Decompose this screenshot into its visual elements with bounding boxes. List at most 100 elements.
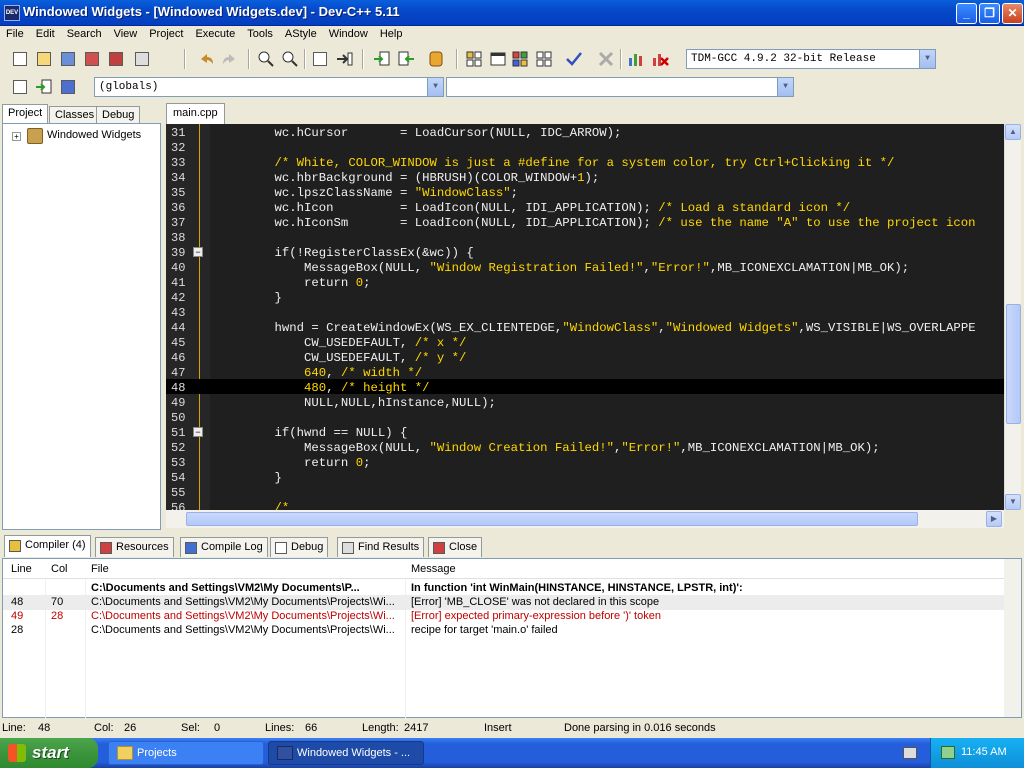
chevron-down-icon[interactable]: ▼	[427, 78, 443, 96]
undo-icon[interactable]	[196, 49, 216, 69]
code-line[interactable]: 44 hwnd = CreateWindowEx(WS_EX_CLIENTEDG…	[166, 319, 1004, 335]
compiler-select[interactable]: TDM-GCC 4.9.2 32-bit Release ▼	[686, 49, 936, 69]
messages-scrollbar[interactable]	[1004, 559, 1021, 717]
scroll-thumb[interactable]	[186, 512, 918, 526]
redo-icon[interactable]	[220, 49, 240, 69]
compile-run-icon[interactable]	[510, 49, 530, 69]
remove-from-project-icon[interactable]	[396, 49, 416, 69]
close-button[interactable]: ✕	[1002, 3, 1023, 24]
code-line[interactable]: 46 CW_USEDEFAULT, /* y */	[166, 349, 1004, 365]
rebuild-all-icon[interactable]	[534, 49, 554, 69]
tab-debug[interactable]: Debug	[96, 106, 141, 124]
code-line[interactable]: 50	[166, 409, 1004, 425]
scroll-thumb[interactable]	[1006, 304, 1021, 424]
minimize-button[interactable]: _	[956, 3, 977, 24]
code-line[interactable]: 40 MessageBox(NULL, "Window Registration…	[166, 259, 1004, 275]
maximize-button[interactable]: ❐	[979, 3, 1000, 24]
class-browser-icon[interactable]	[10, 77, 30, 97]
code-line[interactable]: 35 wc.lpszClassName = "WindowClass";	[166, 184, 1004, 200]
col-header-message[interactable]: Message	[411, 563, 456, 575]
menu-project[interactable]: Project	[143, 26, 189, 40]
code-line[interactable]: 55	[166, 484, 1004, 500]
menu-window[interactable]: Window	[323, 26, 374, 40]
code-line[interactable]: 51− if(hwnd == NULL) {	[166, 424, 1004, 440]
menu-execute[interactable]: Execute	[189, 26, 241, 40]
menu-view[interactable]: View	[108, 26, 144, 40]
title-bar[interactable]: DEV Windowed Widgets - [Windowed Widgets…	[0, 0, 1024, 26]
replace-icon[interactable]	[280, 49, 300, 69]
run-icon[interactable]	[488, 49, 508, 69]
fold-toggle-icon[interactable]: −	[193, 247, 203, 257]
tab-project[interactable]: Project	[2, 104, 49, 124]
code-line[interactable]: 38	[166, 229, 1004, 245]
col-header-line[interactable]: Line	[11, 563, 32, 575]
code-line[interactable]: 53 return 0;	[166, 454, 1004, 470]
code-line[interactable]: 34 wc.hbrBackground = (HBRUSH)(COLOR_WIN…	[166, 169, 1004, 185]
code-line[interactable]: 33 /* White, COLOR_WINDOW is just a #def…	[166, 154, 1004, 170]
code-line[interactable]: 31 wc.hCursor = LoadCursor(NULL, IDC_ARR…	[166, 124, 1004, 140]
editor-horizontal-scrollbar[interactable]: ▶	[166, 510, 1004, 528]
code-line[interactable]: 42 }	[166, 289, 1004, 305]
tab-compiler[interactable]: Compiler (4)	[4, 535, 91, 557]
scroll-right-icon[interactable]: ▶	[986, 511, 1002, 527]
tab-debug-bottom[interactable]: Debug	[270, 537, 329, 557]
menu-tools[interactable]: Tools	[241, 26, 279, 40]
tab-find-results[interactable]: Find Results	[337, 537, 425, 557]
save-all-icon[interactable]	[82, 49, 102, 69]
code-line[interactable]: 54 }	[166, 469, 1004, 485]
fold-toggle-icon[interactable]: −	[193, 427, 203, 437]
scope-select[interactable]: (globals) ▼	[94, 77, 444, 97]
goto-line-icon[interactable]	[334, 49, 354, 69]
editor-vertical-scrollbar[interactable]: ▲ ▼	[1004, 124, 1021, 510]
bookmark-icon[interactable]	[34, 77, 54, 97]
scroll-down-icon[interactable]: ▼	[1005, 494, 1021, 510]
chevron-down-icon[interactable]: ▼	[777, 78, 793, 96]
open-file-icon[interactable]	[34, 49, 54, 69]
code-line[interactable]: 47 640, /* width */	[166, 364, 1004, 380]
scroll-up-icon[interactable]: ▲	[1005, 124, 1021, 140]
taskbar-item-projects[interactable]: Projects	[108, 741, 264, 765]
menu-search[interactable]: Search	[61, 26, 108, 40]
code-line[interactable]: 49 NULL,NULL,hInstance,NULL);	[166, 394, 1004, 410]
network-icon[interactable]	[941, 746, 955, 759]
code-editor[interactable]: 31 wc.hCursor = LoadCursor(NULL, IDC_ARR…	[166, 124, 1004, 510]
code-line[interactable]: 41 return 0;	[166, 274, 1004, 290]
message-row[interactable]: C:\Documents and Settings\VM2\My Documen…	[3, 581, 1005, 596]
add-to-project-icon[interactable]	[372, 49, 392, 69]
taskbar-item-devcpp[interactable]: Windowed Widgets - ...	[268, 741, 424, 765]
project-options-icon[interactable]	[426, 49, 446, 69]
compile-icon[interactable]	[464, 49, 484, 69]
syntax-check-icon[interactable]	[564, 49, 584, 69]
member-select[interactable]: ▼	[446, 77, 794, 97]
menu-help[interactable]: Help	[374, 26, 409, 40]
keyboard-icon[interactable]	[903, 747, 917, 759]
start-button[interactable]: start	[0, 738, 98, 768]
code-line[interactable]: 56 /*	[166, 499, 1004, 510]
chevron-down-icon[interactable]: ▼	[919, 50, 935, 68]
tab-resources[interactable]: Resources	[95, 537, 174, 557]
app-icon[interactable]: DEV	[4, 5, 20, 21]
tab-close[interactable]: Close	[428, 537, 483, 557]
message-row[interactable]: 48 70 C:\Documents and Settings\VM2\My Doc…	[3, 595, 1005, 610]
tab-compile-log[interactable]: Compile Log	[180, 537, 268, 557]
code-line[interactable]: 45 CW_USEDEFAULT, /* x */	[166, 334, 1004, 350]
profile-icon[interactable]	[650, 49, 670, 69]
clock[interactable]: 11:45 AM	[961, 746, 1007, 758]
menu-edit[interactable]: Edit	[30, 26, 61, 40]
col-header-col[interactable]: Col	[51, 563, 68, 575]
code-line[interactable]: 39− if(!RegisterClassEx(&wc)) {	[166, 244, 1004, 260]
tab-classes[interactable]: Classes	[49, 106, 101, 124]
find-icon[interactable]	[256, 49, 276, 69]
save-icon[interactable]	[58, 49, 78, 69]
code-line[interactable]: 32	[166, 139, 1004, 155]
stop-execution-icon[interactable]	[596, 49, 616, 69]
col-header-file[interactable]: File	[91, 563, 109, 575]
tree-item-project[interactable]: Windowed Widgets	[47, 129, 141, 141]
code-line[interactable]: 36 wc.hIcon = LoadIcon(NULL, IDI_APPLICA…	[166, 199, 1004, 215]
goto-bookmark-icon[interactable]	[58, 77, 78, 97]
menu-astyle[interactable]: AStyle	[279, 26, 323, 40]
message-row[interactable]: 49 28 C:\Documents and Settings\VM2\My Doc…	[3, 609, 1005, 624]
code-line[interactable]: 43	[166, 304, 1004, 320]
menu-file[interactable]: File	[0, 26, 30, 40]
message-row[interactable]: 28 C:\Documents and Settings\VM2\My Docum…	[3, 623, 1005, 638]
